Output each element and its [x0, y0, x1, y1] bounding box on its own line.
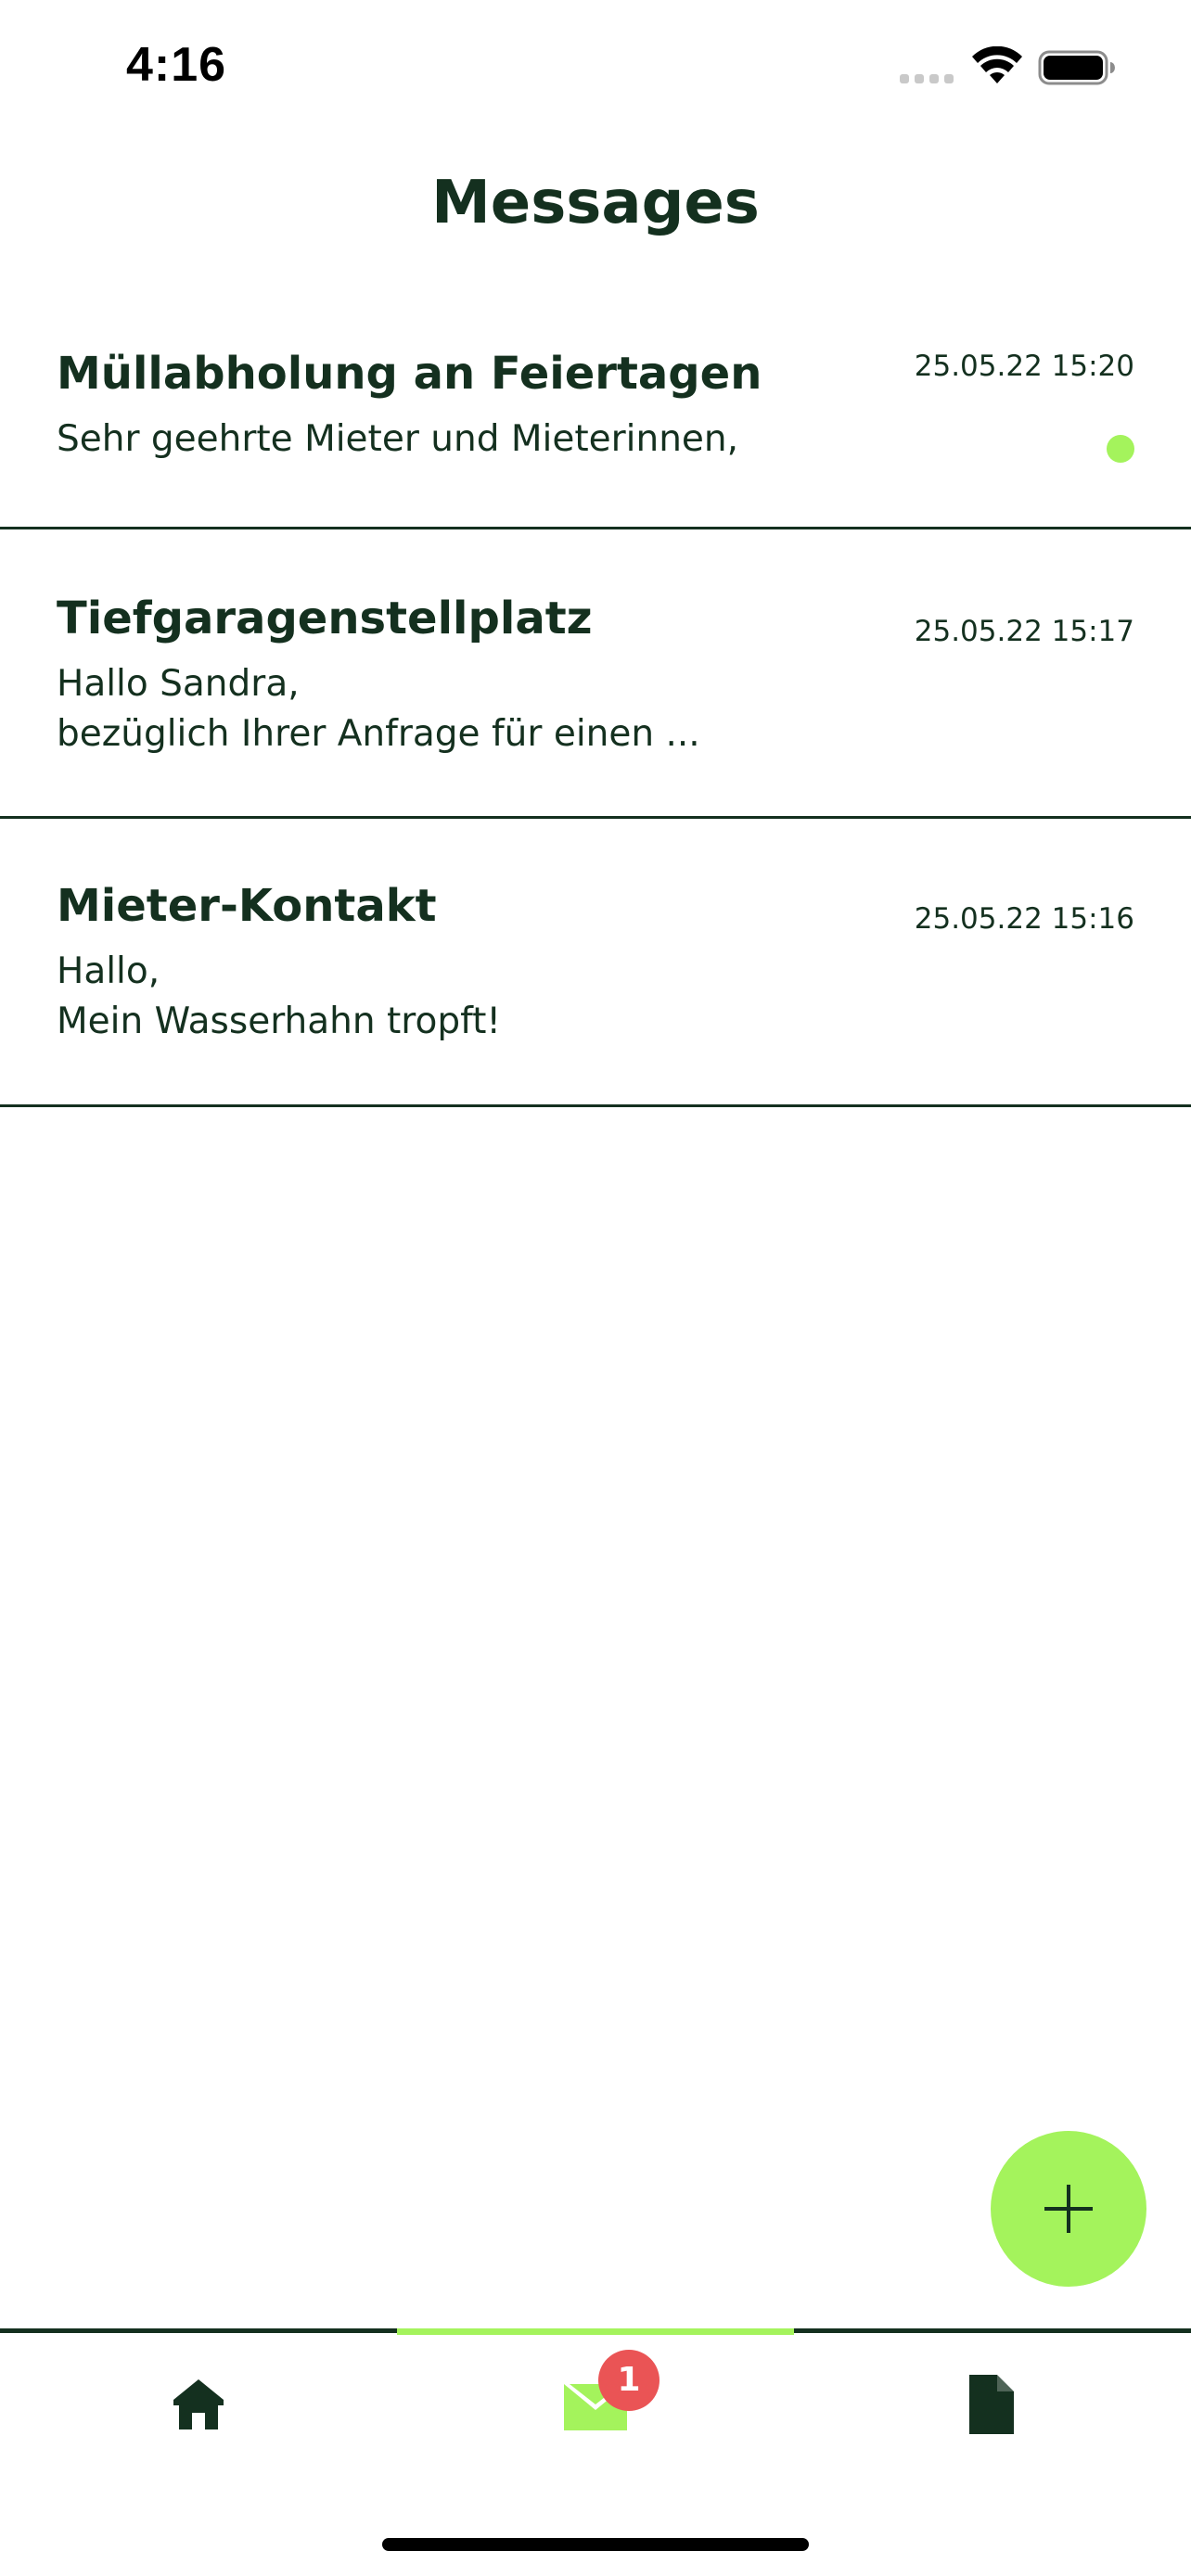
plus-icon: [1044, 2185, 1093, 2233]
message-item[interactable]: Müllabholung an Feiertagen 25.05.22 15:2…: [0, 311, 1191, 529]
status-time: 4:16: [126, 38, 227, 92]
message-date: 25.05.22 15:20: [914, 350, 1134, 383]
unread-count-badge: 1: [598, 2350, 660, 2411]
message-preview-line: Hallo,: [57, 950, 160, 992]
message-date: 25.05.22 15:16: [914, 902, 1134, 936]
message-preview-line: Hallo Sandra,: [57, 663, 300, 705]
tab-documents[interactable]: [794, 2333, 1191, 2472]
unread-indicator: [1107, 435, 1134, 463]
message-date: 25.05.22 15:17: [914, 615, 1134, 648]
wifi-icon: [972, 46, 1022, 83]
message-preview-line: bezüglich Ihrer Anfrage für einen ...: [57, 713, 700, 755]
message-preview-line: Sehr geehrte Mieter und Mieterinnen,: [57, 418, 739, 460]
home-icon: [173, 2379, 224, 2429]
message-title: Mieter-Kontakt: [57, 880, 437, 932]
cellular-signal-icon: [900, 74, 957, 85]
message-title: Tiefgaragenstellplatz: [57, 593, 593, 644]
document-icon: [969, 2375, 1014, 2434]
message-item[interactable]: Mieter-Kontakt 25.05.22 15:16 Hallo, Mei…: [0, 819, 1191, 1107]
battery-icon: [1038, 50, 1115, 85]
message-preview-line: Mein Wasserhahn tropft!: [57, 1001, 502, 1042]
status-bar: 4:16: [0, 0, 1191, 139]
tab-messages[interactable]: 1: [397, 2333, 794, 2472]
tab-home[interactable]: [0, 2333, 397, 2472]
message-item[interactable]: Tiefgaragenstellplatz 25.05.22 15:17 Hal…: [0, 529, 1191, 819]
message-title: Müllabholung an Feiertagen: [57, 348, 762, 400]
new-message-button[interactable]: [991, 2131, 1146, 2287]
page-title: Messages: [431, 169, 760, 237]
home-indicator: [382, 2538, 809, 2551]
